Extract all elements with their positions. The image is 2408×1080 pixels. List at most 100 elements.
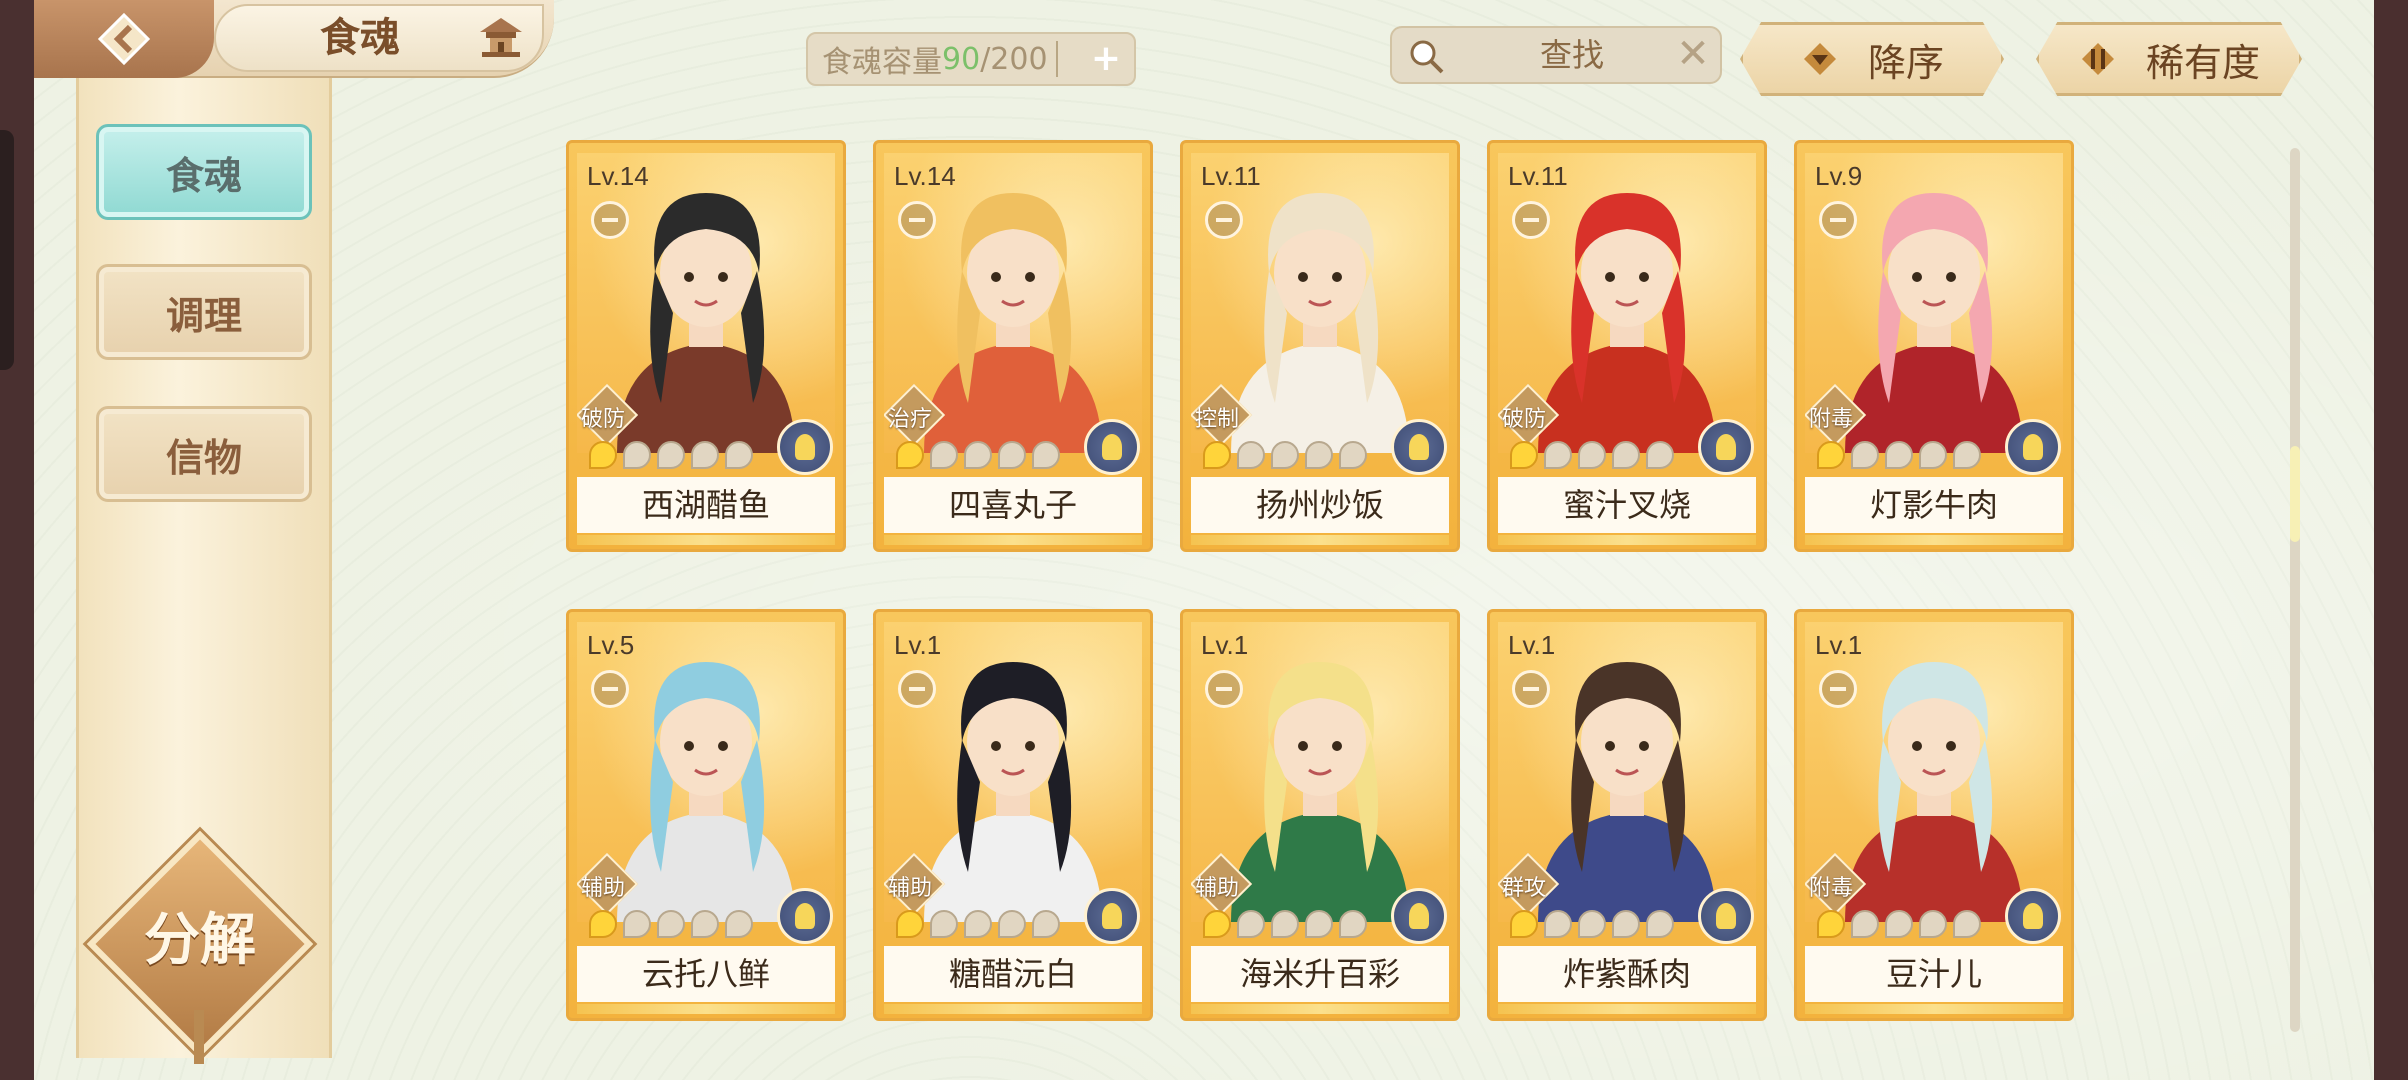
star-rating: [1817, 910, 1981, 940]
role-label: 破防: [1502, 407, 1547, 432]
sort-arrows-icon: [2081, 43, 2114, 75]
element-orb-icon: [1084, 888, 1140, 944]
role-label: 群攻: [1502, 876, 1547, 901]
sort-order-label: 降序: [1867, 40, 1944, 85]
role-badge: 附毒: [1805, 383, 1867, 447]
lock-icon[interactable]: [591, 201, 629, 239]
star-icon: [1919, 441, 1947, 469]
tab-token[interactable]: 信物: [96, 406, 312, 502]
element-orb-icon: [1391, 888, 1447, 944]
star-icon: [1305, 441, 1333, 469]
clear-icon[interactable]: ✕: [1676, 34, 1710, 74]
lock-icon[interactable]: [1512, 201, 1550, 239]
scrollbar-track[interactable]: [2290, 148, 2300, 1032]
name-plate: 炸紫酥肉: [1498, 946, 1756, 1002]
star-icon: [896, 910, 924, 938]
food-soul-card[interactable]: Lv.1 辅助 糖醋沅白: [873, 609, 1153, 1021]
star-icon: [1578, 910, 1606, 938]
star-icon: [1953, 441, 1981, 469]
role-label: 附毒: [1809, 876, 1854, 901]
page-title: 食魂: [320, 14, 400, 61]
search-input[interactable]: 查找: [1472, 28, 1672, 82]
card-bottom-trim: [1805, 1004, 2063, 1014]
star-icon: [1032, 910, 1060, 938]
food-soul-card[interactable]: Lv.14 治疗 四喜丸子: [873, 140, 1153, 552]
card-bottom-trim: [1498, 535, 1756, 545]
star-icon: [930, 441, 958, 469]
name-plate: 糖醋沅白: [884, 946, 1142, 1002]
star-icon: [623, 910, 651, 938]
character-name: 海米升百彩: [1239, 955, 1400, 993]
character-name: 云托八鲜: [641, 955, 770, 993]
lock-icon[interactable]: [1819, 201, 1857, 239]
sort-rarity-button[interactable]: 稀有度: [2036, 22, 2302, 96]
character-portrait: Lv.14 治疗: [884, 153, 1142, 453]
lock-icon[interactable]: [1205, 670, 1243, 708]
star-icon: [1032, 441, 1060, 469]
food-soul-card[interactable]: Lv.1 辅助 海米升百彩: [1180, 609, 1460, 1021]
level-label: Lv.5: [587, 630, 635, 660]
role-badge: 控制: [1191, 383, 1253, 447]
star-icon: [657, 441, 685, 469]
star-icon: [930, 910, 958, 938]
element-orb-icon: [2005, 888, 2061, 944]
food-soul-card[interactable]: Lv.11 破防 蜜汁叉烧: [1487, 140, 1767, 552]
lock-icon[interactable]: [1205, 201, 1243, 239]
star-icon: [1817, 441, 1845, 469]
food-soul-card[interactable]: Lv.5 辅助 云托八鲜: [566, 609, 846, 1021]
role-badge: 群攻: [1498, 852, 1560, 916]
star-icon: [1203, 910, 1231, 938]
food-soul-card[interactable]: Lv.11 控制 扬州炒饭: [1180, 140, 1460, 552]
name-plate: 豆汁儿: [1805, 946, 2063, 1002]
decompose-label[interactable]: 分解: [110, 900, 290, 980]
level-label: Lv.9: [1815, 161, 1863, 191]
star-icon: [725, 910, 753, 938]
role-badge: 辅助: [884, 852, 946, 916]
food-soul-card[interactable]: Lv.1 群攻 炸紫酥肉: [1487, 609, 1767, 1021]
sort-rarity-label: 稀有度: [2145, 40, 2260, 85]
star-icon: [1339, 441, 1367, 469]
lock-icon[interactable]: [898, 670, 936, 708]
back-arrow-icon: [97, 12, 151, 66]
capacity-current: 90: [942, 41, 981, 77]
star-rating: [589, 910, 753, 940]
level-label: Lv.1: [1201, 630, 1249, 660]
lock-icon[interactable]: [591, 670, 629, 708]
tab-food-soul[interactable]: 食魂: [96, 124, 312, 220]
card-bottom-trim: [577, 535, 835, 545]
role-label: 辅助: [888, 876, 933, 901]
element-orb-icon: [777, 888, 833, 944]
character-portrait: Lv.11 破防: [1498, 153, 1756, 453]
card-bottom-trim: [1191, 535, 1449, 545]
expand-capacity-button[interactable]: +: [1086, 40, 1126, 80]
tab-conditioning[interactable]: 调理: [96, 264, 312, 360]
role-badge: 辅助: [1191, 852, 1253, 916]
star-icon: [1851, 910, 1879, 938]
star-icon: [1237, 910, 1265, 938]
lock-icon[interactable]: [1512, 670, 1550, 708]
lock-icon[interactable]: [1819, 670, 1857, 708]
role-label: 辅助: [1195, 876, 1240, 901]
card-bottom-trim: [1805, 535, 2063, 545]
character-portrait: Lv.5 辅助: [577, 622, 835, 922]
food-soul-card[interactable]: Lv.14 破防 西湖醋鱼: [566, 140, 846, 552]
character-name: 西湖醋鱼: [641, 486, 770, 524]
back-button[interactable]: [34, 0, 214, 78]
star-icon: [964, 441, 992, 469]
search-bar[interactable]: 查找 ✕: [1390, 26, 1722, 84]
star-rating: [896, 441, 1060, 471]
star-icon: [1305, 910, 1333, 938]
star-icon: [1851, 441, 1879, 469]
lock-icon[interactable]: [898, 201, 936, 239]
card-bottom-trim: [1498, 1004, 1756, 1014]
level-label: Lv.11: [1201, 161, 1261, 191]
sort-order-button[interactable]: 降序: [1740, 22, 2004, 96]
star-icon: [657, 910, 685, 938]
pavilion-home-icon[interactable]: [476, 14, 526, 62]
food-soul-card[interactable]: Lv.1 附毒 豆汁儿: [1794, 609, 2074, 1021]
element-orb-icon: [1698, 888, 1754, 944]
star-icon: [1510, 441, 1538, 469]
role-label: 破防: [581, 407, 626, 432]
food-soul-card[interactable]: Lv.9 附毒 灯影牛肉: [1794, 140, 2074, 552]
scrollbar-thumb[interactable]: [2290, 446, 2300, 542]
